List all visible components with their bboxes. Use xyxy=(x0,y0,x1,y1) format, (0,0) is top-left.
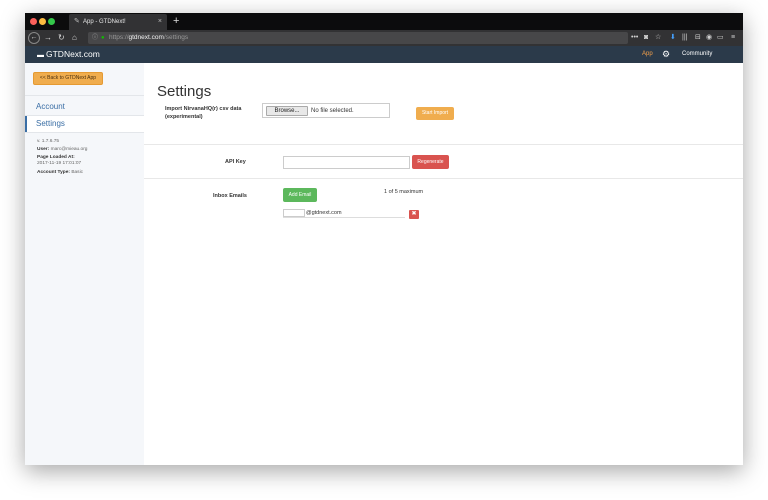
brand-name: GTDNext.com xyxy=(46,49,100,59)
file-status: No file selected. xyxy=(311,108,354,114)
row-divider xyxy=(144,144,743,145)
settings-panel: Settings Import NirvanaHQ(r) csv data (e… xyxy=(144,63,743,465)
sidebar-item-account[interactable]: Account xyxy=(25,99,144,115)
sidebar-toggle-icon[interactable]: ▭ xyxy=(717,30,724,46)
delete-email-icon[interactable]: ✖ xyxy=(409,210,419,219)
page-title: Settings xyxy=(157,83,212,100)
gear-icon[interactable]: ⚙ xyxy=(662,46,670,63)
overflow-menu-icon[interactable]: ••• xyxy=(631,30,638,46)
tab-favicon-icon: ✎ xyxy=(74,18,80,25)
sidebar-divider xyxy=(25,95,144,96)
tab-title: App - GTDNext! xyxy=(83,19,126,25)
reload-icon[interactable]: ↻ xyxy=(58,30,65,46)
tab-close-icon[interactable]: × xyxy=(158,14,162,30)
tab-bar: ✎ App - GTDNext! × + xyxy=(25,13,743,30)
start-import-button[interactable]: Start Import xyxy=(416,107,454,120)
email-count-note: 1 of 5 maximum xyxy=(384,189,424,195)
navigation-toolbar: ← → ↻ ⌂ ⓘ ● https://gtdnext.com/settings… xyxy=(25,30,743,46)
forward-arrow-icon[interactable]: → xyxy=(44,30,52,46)
close-window-button[interactable] xyxy=(30,18,37,25)
back-to-app-button[interactable]: << Back to GTDNext App xyxy=(33,72,103,85)
downloads-icon[interactable]: ⬇ xyxy=(670,30,676,46)
home-icon[interactable]: ⌂ xyxy=(72,30,77,46)
row-divider xyxy=(144,178,743,179)
email-domain: @gtdnext.com xyxy=(306,210,342,216)
api-key-input[interactable] xyxy=(283,156,410,169)
file-input[interactable]: Browse... No file selected. xyxy=(262,103,390,118)
sync-icon[interactable]: ◉ xyxy=(706,30,712,46)
minimize-window-button[interactable] xyxy=(39,18,46,25)
url-bar[interactable]: ⓘ ● https://gtdnext.com/settings xyxy=(88,32,628,44)
extension-icon[interactable]: ⊟ xyxy=(695,30,701,46)
pocket-icon[interactable]: ◙ xyxy=(644,30,648,46)
new-tab-button[interactable]: + xyxy=(173,13,179,29)
account-type-info: Account Type: Basic xyxy=(37,170,84,175)
user-info: User: marc@mieau.org xyxy=(37,147,88,152)
email-prefix-input[interactable] xyxy=(283,209,305,217)
regenerate-button[interactable]: Regenerate xyxy=(412,155,449,169)
brand-logo[interactable]: ▬ GTDNext.com xyxy=(37,46,100,64)
browser-window: ✎ App - GTDNext! × + ← → ↻ ⌂ ⓘ ● https:/… xyxy=(25,13,743,465)
bookmark-star-icon[interactable]: ☆ xyxy=(655,30,661,46)
inbox-emails-label: Inbox Emails xyxy=(213,193,247,199)
lock-icon: ● xyxy=(101,35,105,41)
api-key-label: API Key xyxy=(225,159,246,165)
page-loaded-value: 2017-11-19 17:01:07 xyxy=(37,161,82,166)
sidebar-divider xyxy=(25,132,144,133)
nav-community-link[interactable]: Community xyxy=(682,46,712,63)
folder-icon: ▬ xyxy=(37,52,44,59)
library-icon[interactable]: ||| xyxy=(682,30,687,46)
info-icon[interactable]: ⓘ xyxy=(92,32,98,44)
sidebar-item-settings[interactable]: Settings xyxy=(25,116,144,132)
maximize-window-button[interactable] xyxy=(48,18,55,25)
back-arrow-icon[interactable]: ← xyxy=(28,32,40,44)
tab-gtdnext[interactable]: ✎ App - GTDNext! × xyxy=(69,14,167,30)
nav-app-link[interactable]: App xyxy=(642,46,653,63)
url-text[interactable]: https://gtdnext.com/settings xyxy=(109,32,188,44)
add-email-button[interactable]: Add Email xyxy=(283,188,317,202)
hamburger-menu-icon[interactable]: ≡ xyxy=(731,30,735,46)
browse-button[interactable]: Browse... xyxy=(266,106,308,116)
sidebar: << Back to GTDNext App Account Settings … xyxy=(25,63,144,465)
version-text: v. 1.7.6.75 xyxy=(37,139,60,144)
import-label: Import NirvanaHQ(r) csv data (experiment… xyxy=(165,106,242,120)
app-header: ▬ GTDNext.com App ⚙ Community xyxy=(25,46,743,63)
list-item: @gtdnext.com xyxy=(283,208,405,218)
